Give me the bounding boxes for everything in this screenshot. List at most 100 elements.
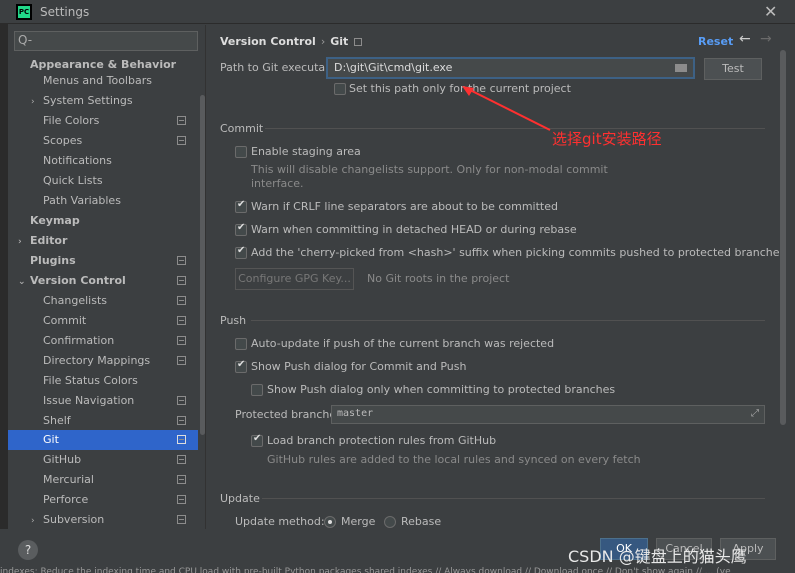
chevron-right-icon[interactable]: › [18, 232, 30, 252]
update-section-title: Update [220, 492, 260, 505]
rebase-label: Rebase [401, 515, 442, 528]
chevron-down-icon[interactable]: ⌄ [18, 272, 30, 292]
background-strip [0, 24, 8, 565]
project-scope-icon [177, 495, 186, 504]
commit-section-title: Commit [220, 122, 264, 135]
staging-note: This will disable changelists support. O… [251, 163, 608, 176]
sidebar-item-changelists[interactable]: Changelists [43, 291, 198, 311]
window-title: Settings [40, 5, 90, 19]
sidebar-item-system-settings[interactable]: › System Settings [31, 91, 133, 111]
annotation-text: 选择git安装路径 [552, 130, 662, 148]
project-scope-icon [177, 455, 186, 464]
update-method-label: Update method: [235, 515, 325, 528]
push-section-title: Push [220, 314, 247, 327]
load-rules-label: Load branch protection rules from GitHub [267, 434, 497, 447]
staging-area-label: Enable staging area [251, 145, 361, 158]
configure-gpg-button[interactable]: Configure GPG Key... [235, 268, 354, 290]
sidebar-item-issue-navigation[interactable]: Issue Navigation [43, 391, 198, 411]
sidebar-item-keymap[interactable]: Keymap [30, 211, 80, 231]
rules-note: GitHub rules are added to the local rule… [267, 453, 641, 466]
sidebar-item-commit[interactable]: Commit [43, 311, 198, 331]
sidebar-item-mercurial[interactable]: Mercurial [43, 470, 198, 490]
sidebar-item-subversion[interactable]: › Subversion [31, 510, 198, 530]
crlf-checkbox[interactable] [235, 199, 247, 213]
staging-area-checkbox[interactable] [235, 146, 247, 158]
sidebar-item-plugins[interactable]: Plugins [30, 251, 198, 271]
pycharm-icon: PC [16, 4, 32, 20]
sidebar-item-path-variables[interactable]: Path Variables [43, 191, 121, 211]
sidebar-item-shelf[interactable]: Shelf [43, 411, 198, 431]
settings-sidebar: Q- Appearance & Behavior Menus and Toolb… [8, 25, 206, 529]
project-scope-icon [177, 475, 186, 484]
sidebar-item-notifications[interactable]: Notifications [43, 151, 112, 171]
breadcrumb: Version Control › Git [220, 35, 363, 48]
content-scrollbar[interactable] [780, 50, 786, 425]
project-scope-icon [177, 416, 186, 425]
test-button[interactable]: Test [704, 58, 762, 80]
annotation-arrow-line [467, 88, 551, 131]
expand-icon[interactable]: ⤢ [751, 408, 759, 419]
rebase-radio[interactable] [384, 516, 396, 528]
search-icon: Q- [18, 33, 33, 47]
auto-update-checkbox[interactable] [235, 338, 247, 350]
project-scope-icon [177, 396, 186, 405]
annotation-arrow [462, 86, 551, 131]
folder-icon[interactable] [675, 64, 687, 72]
detached-head-checkbox[interactable] [235, 222, 247, 236]
protected-branches-label: Protected branches: [235, 408, 346, 421]
close-icon[interactable]: ✕ [764, 2, 777, 21]
project-scope-icon [177, 116, 186, 125]
show-protected-only-label: Show Push dialog only when committing to… [267, 383, 616, 396]
sidebar-item-file-colors[interactable]: File Colors [43, 111, 198, 131]
sidebar-item-confirmation[interactable]: Confirmation [43, 331, 198, 351]
forward-arrow-icon[interactable]: → [760, 31, 772, 47]
sidebar-item-quick-lists[interactable]: Quick Lists [43, 171, 103, 191]
reset-link[interactable]: Reset [698, 35, 733, 48]
sidebar-item-version-control[interactable]: ⌄ Version Control [18, 271, 198, 291]
auto-update-label: Auto-update if push of the current branc… [251, 337, 555, 350]
help-icon[interactable]: ? [18, 540, 38, 560]
project-scope-icon [177, 256, 186, 265]
project-scope-icon [177, 316, 186, 325]
project-scope-icon [354, 38, 363, 46]
project-scope-icon [177, 276, 186, 285]
load-rules-checkbox[interactable] [251, 433, 263, 447]
chevron-right-icon[interactable]: › [31, 511, 43, 531]
title-bar: PC Settings ✕ [0, 0, 795, 24]
divider [262, 498, 765, 499]
sidebar-item-file-status-colors[interactable]: File Status Colors [43, 371, 138, 391]
no-git-roots-text: No Git roots in the project [367, 272, 510, 285]
project-scope-icon [177, 356, 186, 365]
show-push-dialog-checkbox[interactable] [235, 359, 247, 373]
merge-label: Merge [341, 515, 376, 528]
detached-head-label: Warn when committing in detached HEAD or… [251, 223, 577, 236]
sidebar-item-github[interactable]: GitHub [43, 450, 198, 470]
project-scope-icon [177, 136, 186, 145]
chevron-right-icon[interactable]: › [31, 92, 43, 112]
sidebar-item-editor[interactable]: › Editor [18, 231, 67, 251]
protected-branches-input[interactable]: master ⤢ [331, 405, 765, 424]
staging-note-cont: interface. [251, 177, 304, 190]
sidebar-item-menus-toolbars[interactable]: Menus and Toolbars [43, 71, 152, 91]
sidebar-item-scopes[interactable]: Scopes [43, 131, 198, 151]
cherry-pick-label: Add the 'cherry-picked from <hash>' suff… [251, 246, 786, 259]
sidebar-scrollbar[interactable] [200, 95, 205, 435]
project-scope-icon [177, 336, 186, 345]
cherry-pick-checkbox[interactable] [235, 245, 247, 259]
sidebar-item-directory-mappings[interactable]: Directory Mappings [43, 351, 198, 371]
set-path-only-checkbox[interactable] [334, 83, 346, 95]
sidebar-item-perforce[interactable]: Perforce [43, 490, 198, 510]
crlf-label: Warn if CRLF line separators are about t… [251, 200, 558, 213]
project-scope-icon [177, 515, 186, 524]
project-scope-icon [177, 435, 186, 444]
git-path-input[interactable]: D:\git\Git\cmd\git.exe [326, 57, 695, 79]
divider [251, 320, 765, 321]
merge-radio[interactable] [324, 516, 336, 528]
show-push-dialog-label: Show Push dialog for Commit and Push [251, 360, 467, 373]
show-protected-only-checkbox[interactable] [251, 384, 263, 396]
sidebar-item-git[interactable]: Git [8, 430, 198, 450]
search-input[interactable]: Q- [14, 31, 198, 51]
back-arrow-icon[interactable]: ← [739, 31, 751, 47]
status-bar: indexes: Reduce the indexing time and CP… [0, 565, 795, 573]
watermark: CSDN @键盘上的猫头鹰 [568, 547, 747, 566]
